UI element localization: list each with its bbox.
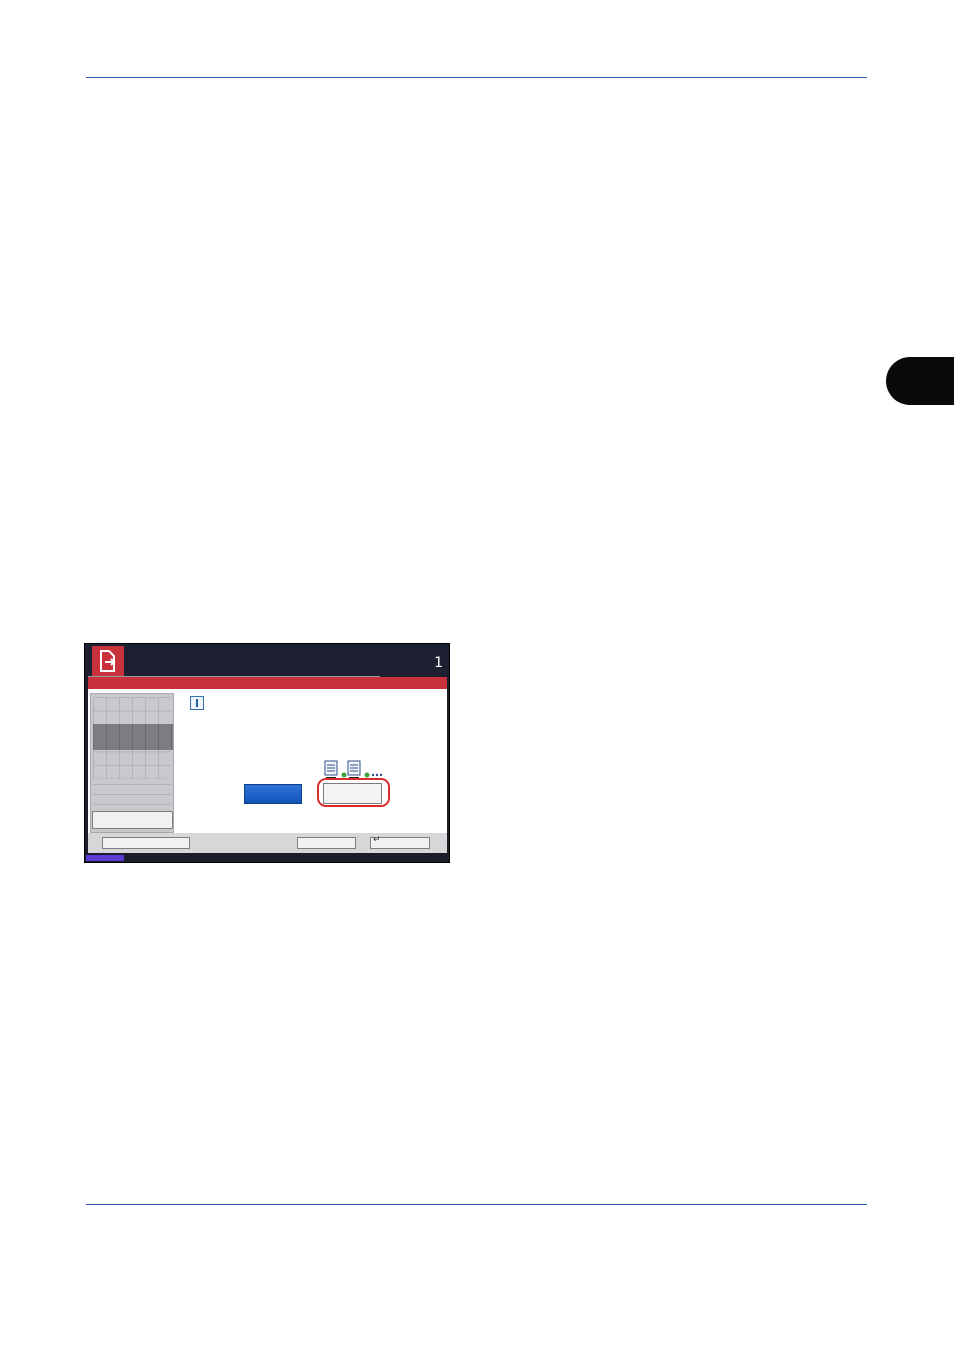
settings-side-button[interactable] [92, 811, 173, 829]
enter-icon: ↵ [373, 835, 381, 845]
document-send-icon[interactable] [92, 646, 124, 676]
settings-list [90, 693, 174, 833]
panel-footer: ↵ [88, 833, 447, 853]
off-button-selected[interactable] [244, 784, 302, 804]
list-divider [93, 794, 171, 795]
cancel-button[interactable] [297, 837, 356, 849]
title-bar [88, 677, 447, 689]
operation-panel-screenshot: 1 ↵ [84, 643, 450, 863]
status-indicator [86, 855, 124, 861]
callout-highlight-ring [317, 778, 390, 807]
info-icon [190, 696, 204, 710]
footer-left-button[interactable] [102, 837, 190, 849]
continuous-scan-icon [324, 760, 383, 779]
ok-button[interactable]: ↵ [370, 835, 430, 849]
footer-rule [86, 1204, 867, 1205]
list-divider [93, 784, 171, 785]
panel-body: ↵ [88, 677, 447, 853]
job-count: 1 [434, 655, 443, 671]
list-divider [93, 804, 171, 805]
panel-header: 1 [85, 644, 449, 676]
selected-setting-row[interactable] [93, 724, 173, 750]
chapter-tab [886, 357, 954, 405]
header-rule [86, 77, 867, 78]
